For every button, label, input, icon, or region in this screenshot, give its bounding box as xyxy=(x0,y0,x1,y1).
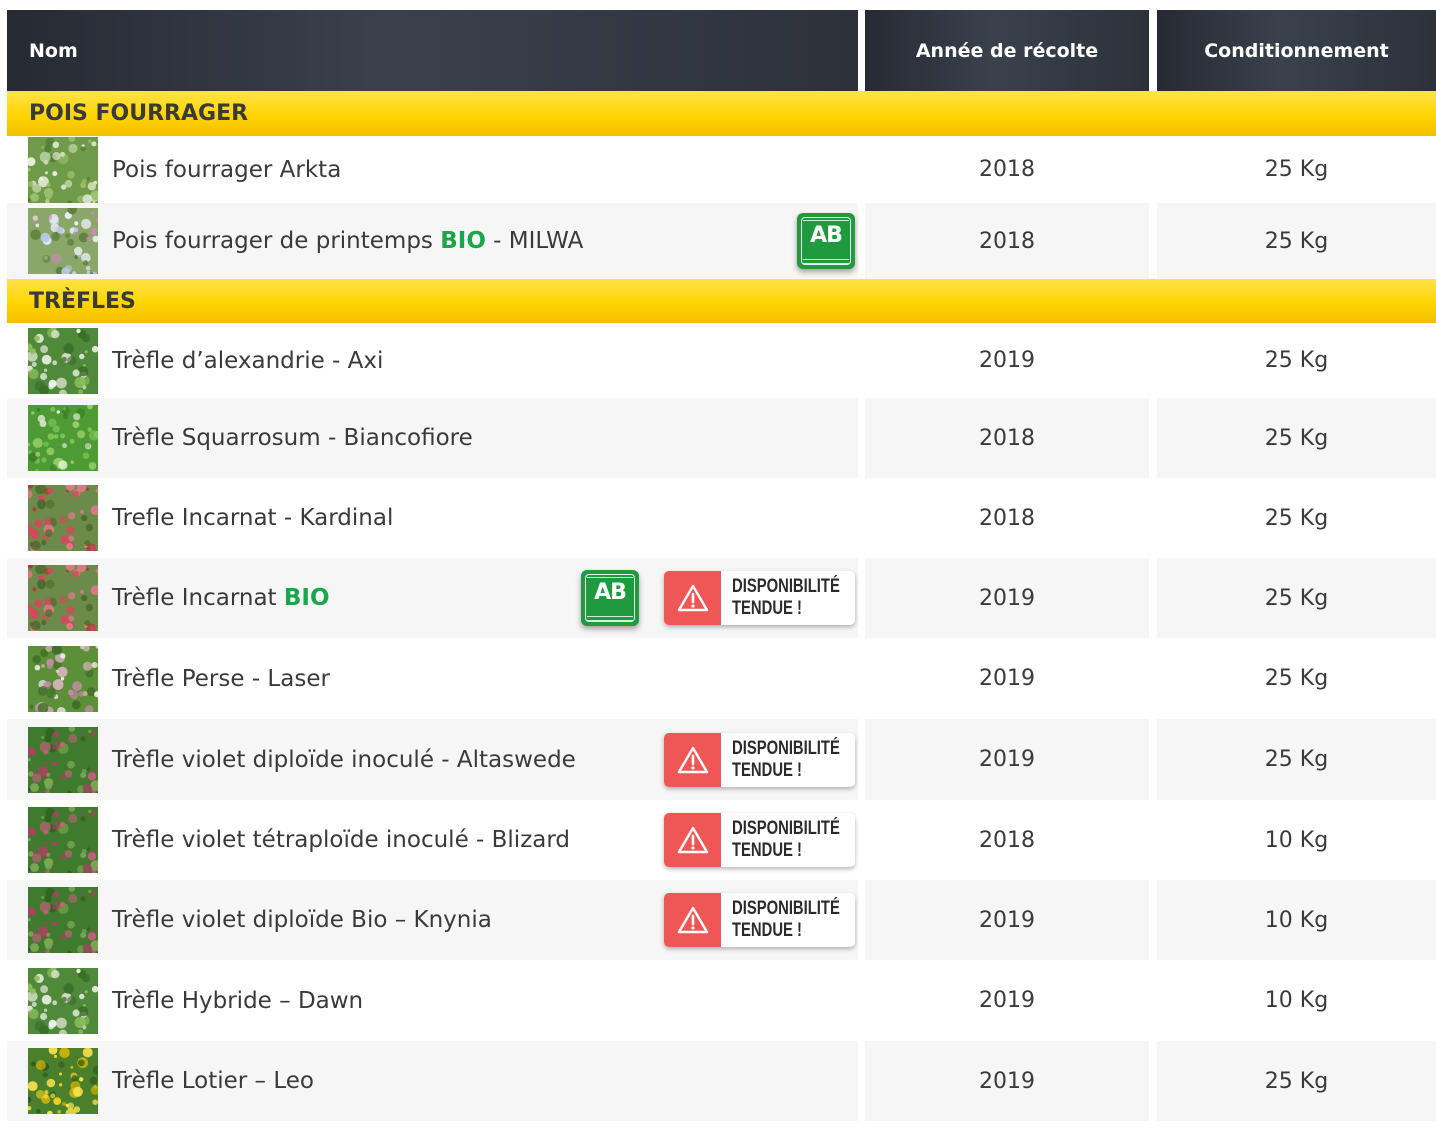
table-row[interactable]: Pois fourrager de printemps BIO - MILWA A… xyxy=(7,203,1436,279)
product-name-link[interactable]: Trèfle Perse - Laser xyxy=(112,666,330,692)
product-cell: Trèfle violet tétraploïde inoculé - Bliz… xyxy=(7,800,858,880)
product-name-link[interactable]: Trèfle Lotier – Leo xyxy=(112,1068,314,1094)
column-header-name[interactable]: Nom xyxy=(7,10,858,91)
packaging: 25 Kg xyxy=(1157,558,1436,638)
thumb-red-clover[interactable] xyxy=(28,565,98,631)
table-header: Nom Année de récolte Conditionnement xyxy=(7,10,1436,91)
table-row[interactable]: Trèfle d’alexandrie - Axi 2019 25 Kg xyxy=(7,323,1436,398)
product-table: Nom Année de récolte Conditionnement POI… xyxy=(7,10,1436,1121)
harvest-year: 2018 xyxy=(979,505,1035,531)
table-row[interactable]: Trèfle Hybride – Dawn 2019 10 Kg xyxy=(7,960,1436,1041)
product-name-link[interactable]: Pois fourrager Arkta xyxy=(112,157,341,183)
warning-icon xyxy=(664,732,721,787)
ab-organic-logo: AB xyxy=(581,570,639,626)
product-name-link[interactable]: Trèfle violet diploïde Bio – Knynia xyxy=(112,907,492,933)
harvest-year: 2018 xyxy=(865,398,1149,478)
thumb-field[interactable] xyxy=(28,208,98,274)
warning-icon xyxy=(664,571,721,625)
packaging: 10 Kg xyxy=(1157,880,1436,960)
warning-icon xyxy=(664,813,721,867)
harvest-year: 2019 xyxy=(979,666,1035,691)
product-cell: Trèfle Perse - Laser xyxy=(7,638,858,719)
product-cell: Trèfle violet diploïde Bio – Knynia DISPO… xyxy=(7,880,858,960)
product-name-link[interactable]: Trefle Incarnat - Kardinal xyxy=(112,505,393,531)
packaging: 25 Kg xyxy=(1157,398,1436,478)
category-header: POIS FOURRAGER xyxy=(7,91,1436,136)
harvest-year: 2019 xyxy=(865,880,1149,960)
table-row[interactable]: Pois fourrager Arkta 2018 25 Kg xyxy=(7,136,1436,203)
product-cell: Trèfle d’alexandrie - Axi xyxy=(7,323,858,398)
product-name-link[interactable]: Trèfle Hybride – Dawn xyxy=(112,988,363,1014)
table-row[interactable]: Trefle Incarnat - Kardinal 2018 25 Kg xyxy=(7,478,1436,558)
packaging: 25 Kg xyxy=(1264,666,1329,691)
harvest-year: 2019 xyxy=(979,988,1035,1013)
availability-warning-badge: DISPONIBILITÉ TENDUE ! xyxy=(664,813,855,867)
packaging: 10 Kg xyxy=(1264,988,1329,1013)
product-name-link[interactable]: Trèfle Incarnat BIO xyxy=(112,585,330,611)
thumb-white-clover[interactable] xyxy=(28,327,98,394)
product-cell: Pois fourrager Arkta xyxy=(7,136,858,203)
product-name-link[interactable]: Pois fourrager de printemps BIO - MILWA xyxy=(112,228,583,254)
bio-label: BIO xyxy=(440,228,486,254)
product-name-link[interactable]: Trèfle Squarrosum - Biancofiore xyxy=(112,425,473,451)
harvest-year: 2019 xyxy=(865,719,1149,800)
product-cell: Trèfle Squarrosum - Biancofiore xyxy=(7,398,858,478)
warning-text: DISPONIBILITÉ TENDUE ! xyxy=(732,737,840,781)
packaging: 25 Kg xyxy=(1157,719,1436,800)
product-name-link[interactable]: Trèfle violet tétraploïde inoculé - Bliz… xyxy=(112,827,570,853)
product-name-link[interactable]: Trèfle violet diploïde inoculé - Altaswe… xyxy=(112,747,576,773)
packaging: 10 Kg xyxy=(1264,827,1329,853)
product-cell: Pois fourrager de printemps BIO - MILWA A… xyxy=(7,203,858,279)
thumb-leaves[interactable] xyxy=(28,405,98,471)
table-row[interactable]: Trèfle violet diploïde Bio – Knynia DISPO… xyxy=(7,880,1436,960)
product-name-link[interactable]: Trèfle d’alexandrie - Axi xyxy=(112,348,383,374)
product-cell: Trefle Incarnat - Kardinal xyxy=(7,478,858,558)
table-row[interactable]: Trèfle Squarrosum - Biancofiore 2018 25 Kg xyxy=(7,398,1436,478)
packaging: 25 Kg xyxy=(1264,348,1329,373)
warning-text: DISPONIBILITÉ TENDUE ! xyxy=(732,576,840,619)
harvest-year: 2019 xyxy=(979,348,1035,373)
table-row[interactable]: Trèfle violet tétraploïde inoculé - Bliz… xyxy=(7,800,1436,880)
thumb-violet-clover[interactable] xyxy=(28,887,98,953)
thumb-white-clover[interactable] xyxy=(28,967,98,1034)
column-header-pack[interactable]: Conditionnement xyxy=(1157,10,1436,91)
product-cell: Trèfle Hybride – Dawn xyxy=(7,960,858,1041)
thumb-green-flowers[interactable] xyxy=(28,136,98,203)
thumb-violet-clover[interactable] xyxy=(28,726,98,793)
column-header-year[interactable]: Année de récolte xyxy=(865,10,1149,91)
thumb-pink-clover[interactable] xyxy=(28,645,98,712)
bio-label: BIO xyxy=(283,585,330,611)
packaging: 25 Kg xyxy=(1264,505,1329,531)
packaging: 25 Kg xyxy=(1157,1041,1436,1121)
table-row[interactable]: Trèfle violet diploïde inoculé - Altaswe… xyxy=(7,719,1436,800)
table-row[interactable]: Trèfle Incarnat BIO AB DISPONIBILITÉ TENDUE… xyxy=(7,558,1436,638)
warning-text: DISPONIBILITÉ TENDUE ! xyxy=(732,898,840,941)
availability-warning-badge: DISPONIBILITÉ TENDUE ! xyxy=(664,893,855,947)
table-row[interactable]: Trèfle Lotier – Leo 2019 25 Kg xyxy=(7,1041,1436,1121)
warning-text: DISPONIBILITÉ TENDUE ! xyxy=(732,818,840,861)
harvest-year: 2018 xyxy=(865,203,1149,279)
harvest-year: 2018 xyxy=(979,157,1035,182)
table-body: POIS FOURRAGER Pois fourrager Arkta 2018 25… xyxy=(7,91,1436,1121)
harvest-year: 2019 xyxy=(865,558,1149,638)
harvest-year: 2018 xyxy=(979,827,1035,853)
harvest-year: 2019 xyxy=(865,1041,1149,1121)
availability-warning-badge: DISPONIBILITÉ TENDUE ! xyxy=(664,571,855,625)
availability-warning-badge: DISPONIBILITÉ TENDUE ! xyxy=(664,732,855,787)
product-cell: Trèfle Lotier – Leo xyxy=(7,1041,858,1121)
thumb-red-clover[interactable] xyxy=(28,485,98,551)
thumb-yellow-flowers[interactable] xyxy=(28,1048,98,1114)
ab-organic-logo: AB xyxy=(797,213,855,269)
packaging: 25 Kg xyxy=(1264,157,1329,182)
category-header: TRÈFLES xyxy=(7,279,1436,323)
table-row[interactable]: Trèfle Perse - Laser 2019 25 Kg xyxy=(7,638,1436,719)
thumb-violet-clover[interactable] xyxy=(28,807,98,873)
packaging: 25 Kg xyxy=(1157,203,1436,279)
product-cell: Trèfle violet diploïde inoculé - Altaswe… xyxy=(7,719,858,800)
warning-icon xyxy=(664,893,721,947)
product-cell: Trèfle Incarnat BIO AB DISPONIBILITÉ TENDUE… xyxy=(7,558,858,638)
